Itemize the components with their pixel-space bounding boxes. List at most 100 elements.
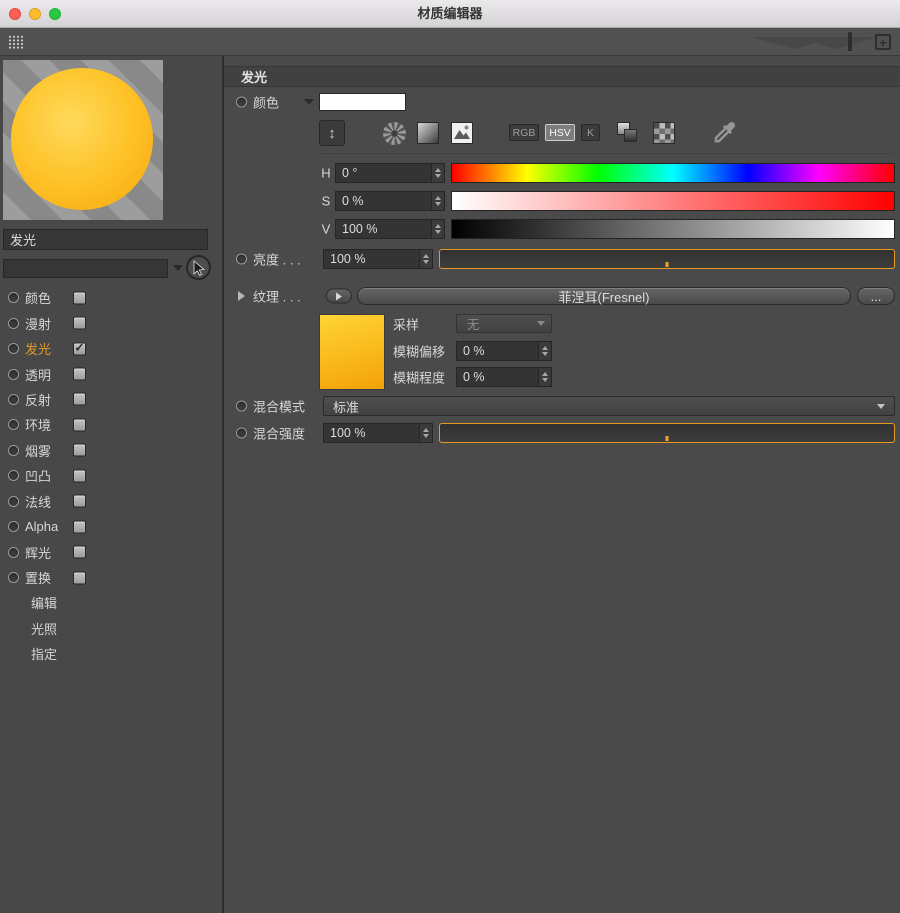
channel-checkbox[interactable]: ✓ xyxy=(73,342,86,356)
mix-strength-input[interactable]: 100 % xyxy=(323,423,433,443)
channel-row-0[interactable]: 颜色 xyxy=(0,285,222,310)
color-swatch[interactable] xyxy=(319,93,406,111)
gradient-mode-icon[interactable] xyxy=(415,120,441,146)
channel-checkbox[interactable] xyxy=(73,520,86,534)
channel-label[interactable]: 置换 xyxy=(25,568,51,587)
channel-row-10[interactable]: 辉光 xyxy=(0,539,222,564)
stepper-down-icon[interactable] xyxy=(435,230,441,234)
sidebar-item-label[interactable]: 光照 xyxy=(31,619,57,638)
channel-label[interactable]: 反射 xyxy=(25,390,51,409)
eyedropper-icon[interactable] xyxy=(707,118,741,148)
close-button[interactable] xyxy=(9,8,21,20)
color-enable-dot[interactable] xyxy=(236,96,247,108)
stepper-down-icon[interactable] xyxy=(423,260,429,264)
new-window-icon[interactable]: + xyxy=(875,34,891,50)
lock-icon[interactable] xyxy=(848,32,860,51)
channel-label[interactable]: 辉光 xyxy=(25,543,51,562)
channel-label[interactable]: 法线 xyxy=(25,492,51,511)
channel-checkbox[interactable] xyxy=(73,367,86,381)
sidebar-item-label[interactable]: 编辑 xyxy=(31,593,57,612)
saturation-input[interactable]: 0 % xyxy=(335,191,445,211)
brightness-slider[interactable] xyxy=(439,249,895,269)
image-mode-icon[interactable] xyxy=(449,120,475,146)
channel-checkbox[interactable] xyxy=(73,392,86,406)
channel-label[interactable]: 颜色 xyxy=(25,288,51,307)
channel-checkbox[interactable] xyxy=(73,443,86,457)
material-name-input[interactable]: 发光 xyxy=(3,229,208,250)
minimize-button[interactable] xyxy=(29,8,41,20)
stepper-down-icon[interactable] xyxy=(542,378,548,382)
color-dropdown-icon[interactable] xyxy=(304,99,314,105)
saturation-stepper[interactable] xyxy=(431,192,444,210)
channel-checkbox[interactable] xyxy=(73,469,86,483)
pick-material-button[interactable] xyxy=(186,255,211,280)
value-gradient-bar[interactable] xyxy=(451,219,895,239)
channel-checkbox[interactable] xyxy=(73,494,86,508)
mix-mode-dropdown[interactable]: 标准 xyxy=(323,396,895,416)
channel-enable-radio[interactable] xyxy=(8,343,19,355)
channel-row-11[interactable]: 置换 xyxy=(0,565,222,590)
hue-stepper[interactable] xyxy=(431,164,444,182)
shader-button[interactable]: 菲涅耳(Fresnel) xyxy=(357,287,851,305)
blur-offset-input[interactable]: 0 % xyxy=(456,341,552,361)
mixer-mode-icon[interactable] xyxy=(615,120,641,146)
value-stepper[interactable] xyxy=(431,220,444,238)
swatches-mode-icon[interactable] xyxy=(651,120,677,146)
hue-gradient-bar[interactable] xyxy=(451,163,895,183)
channel-row-4[interactable]: 反射 xyxy=(0,387,222,412)
brightness-stepper[interactable] xyxy=(419,250,432,268)
channel-row-9[interactable]: Alpha xyxy=(0,514,222,539)
tab-rgb[interactable]: RGB xyxy=(509,124,539,141)
channel-row-1[interactable]: 漫射 xyxy=(0,310,222,335)
value-input[interactable]: 100 % xyxy=(335,219,445,239)
channel-label[interactable]: Alpha xyxy=(25,519,58,534)
channel-label[interactable]: 发光 xyxy=(25,339,51,358)
channel-row-8[interactable]: 法线 xyxy=(0,489,222,514)
disclosure-triangle-icon[interactable] xyxy=(238,291,245,301)
spectrum-mode-icon[interactable]: ↕ xyxy=(319,120,345,146)
sidebar-item-2[interactable]: 指定 xyxy=(0,641,222,666)
channel-enable-radio[interactable] xyxy=(8,546,19,558)
mix-strength-enable-dot[interactable] xyxy=(236,427,247,439)
stepper-up-icon[interactable] xyxy=(435,168,441,172)
blur-scale-input[interactable]: 0 % xyxy=(456,367,552,387)
channel-row-7[interactable]: 凹凸 xyxy=(0,463,222,488)
shader-more-button[interactable]: ... xyxy=(857,287,895,305)
channel-enable-radio[interactable] xyxy=(8,521,19,533)
channel-enable-radio[interactable] xyxy=(8,444,19,456)
material-preview[interactable] xyxy=(3,60,163,220)
tab-hsv[interactable]: HSV xyxy=(545,124,575,141)
channel-checkbox[interactable] xyxy=(73,316,86,330)
brightness-enable-dot[interactable] xyxy=(236,253,247,265)
stepper-down-icon[interactable] xyxy=(542,352,548,356)
channel-row-2[interactable]: 发光 ✓ xyxy=(0,336,222,361)
stepper-down-icon[interactable] xyxy=(435,202,441,206)
stepper-up-icon[interactable] xyxy=(423,428,429,432)
channel-checkbox[interactable] xyxy=(73,571,86,585)
brightness-input[interactable]: 100 % xyxy=(323,249,433,269)
color-wheel-icon[interactable] xyxy=(381,120,407,146)
mix-strength-stepper[interactable] xyxy=(419,424,432,442)
mix-mode-enable-dot[interactable] xyxy=(236,400,247,412)
channel-row-5[interactable]: 环境 xyxy=(0,412,222,437)
stepper-up-icon[interactable] xyxy=(423,254,429,258)
sidebar-item-label[interactable]: 指定 xyxy=(31,644,57,663)
mix-strength-slider[interactable] xyxy=(439,423,895,443)
channel-enable-radio[interactable] xyxy=(8,393,19,405)
stepper-up-icon[interactable] xyxy=(542,372,548,376)
channel-checkbox[interactable] xyxy=(73,418,86,432)
channel-enable-radio[interactable] xyxy=(8,495,19,507)
channel-checkbox[interactable] xyxy=(73,291,86,305)
stepper-down-icon[interactable] xyxy=(435,174,441,178)
stepper-up-icon[interactable] xyxy=(435,224,441,228)
channel-enable-radio[interactable] xyxy=(8,419,19,431)
channel-checkbox[interactable] xyxy=(73,545,86,559)
channel-enable-radio[interactable] xyxy=(8,470,19,482)
channel-enable-radio[interactable] xyxy=(8,368,19,380)
channel-label[interactable]: 烟雾 xyxy=(25,441,51,460)
stepper-up-icon[interactable] xyxy=(542,346,548,350)
stepper-down-icon[interactable] xyxy=(423,434,429,438)
channel-enable-radio[interactable] xyxy=(8,292,19,304)
blur-scale-stepper[interactable] xyxy=(538,368,551,386)
zoom-button[interactable] xyxy=(49,8,61,20)
